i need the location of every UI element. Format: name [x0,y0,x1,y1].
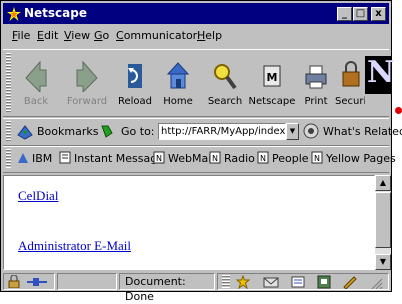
connection-icon [27,278,47,286]
page-content: CelDial Administrator E-Mail [3,175,375,270]
close-button[interactable]: x [371,7,386,21]
ibm-icon [18,153,28,163]
resize-grip-icon[interactable] [368,275,384,289]
bookmark-page-icon: N [257,151,269,164]
minimize-button[interactable]: _ [337,7,352,21]
title-bar[interactable]: Netscape _ □ x [3,3,389,24]
svg-text:N: N [212,154,218,163]
administrator-email-link[interactable]: Administrator E-Mail [18,238,131,254]
status-text: Document: Done [119,273,215,303]
security-button[interactable]: Securi [335,56,365,112]
svg-text:M: M [267,71,278,84]
menu-go[interactable]: Go [94,26,109,46]
back-button[interactable]: Back [13,56,59,112]
menu-edit[interactable]: Edit [37,26,58,46]
netscape-icon: M [263,65,281,87]
menu-help[interactable]: Help [197,26,222,46]
svg-text:N: N [260,154,266,163]
search-icon [214,64,237,90]
menu-communicator[interactable]: Communicator [116,26,197,46]
search-button[interactable]: Search [203,56,247,112]
netscape-button[interactable]: M Netscape [247,56,297,112]
security-lock-icon [342,61,360,87]
status-bar: Document: Done [3,272,389,303]
personal-toolbar: IBM Instant Message N WebMail N Radio N Peo… [3,146,396,173]
address-book-icon[interactable] [316,275,332,289]
progress-panel [57,273,117,290]
print-button[interactable]: Print [299,56,333,112]
newsgroups-icon[interactable] [290,275,306,289]
forward-button[interactable]: Forward [61,56,113,112]
pointer-marker [395,107,402,114]
personal-item-webmail[interactable]: N WebMail [153,151,214,167]
reload-button[interactable]: Reload [115,56,155,112]
menu-file[interactable]: File [12,26,30,46]
bookmark-page-icon: N [311,151,323,164]
component-bar-grip[interactable] [222,275,230,288]
celdial-link[interactable]: CelDial [18,188,58,204]
menu-bar: File Edit View Go Communicator Help [3,26,389,46]
toolbar-grip[interactable] [6,53,11,113]
scroll-up-button[interactable]: ▲ [375,175,391,191]
composer-icon[interactable] [342,275,358,289]
vertical-scrollbar[interactable]: ▲ ▼ [375,175,391,270]
security-status-icon [8,275,20,288]
personal-item-people[interactable]: N People [257,151,309,167]
netscape-app-icon [6,6,22,22]
url-dropdown-button[interactable]: ▼ [286,123,299,140]
bookmark-page-icon: N [153,151,165,164]
navigation-toolbar: Back Forward Reload Home Search M Netsca… [3,49,394,117]
svg-text:N: N [314,154,320,163]
location-bookmark-icon[interactable] [100,123,114,140]
whats-related-icon [303,123,319,139]
home-icon [166,62,190,89]
personal-item-yellow-pages[interactable]: N Yellow Pages [311,151,396,167]
menu-view[interactable]: View [64,26,90,46]
location-toolbar: Bookmarks Go to: http://FARR/MyApp/index… [3,118,402,146]
maximize-button[interactable]: □ [353,7,368,21]
component-bar [217,273,389,290]
navigator-icon[interactable] [236,275,251,289]
home-button[interactable]: Home [159,56,197,112]
personal-item-ibm[interactable]: IBM [17,151,52,167]
url-input[interactable]: http://FARR/MyApp/index.html [158,123,286,140]
reload-icon [128,64,142,88]
window-title: Netscape [24,6,87,20]
mail-icon[interactable] [263,275,279,289]
whats-related-button[interactable]: What's Related [323,124,402,139]
personal-item-radio[interactable]: N Radio [209,151,255,167]
browser-window: Netscape _ □ x File Edit View Go Communi… [0,0,402,303]
netscape-logo[interactable]: N [365,55,394,94]
forward-arrow-icon [76,60,98,92]
back-arrow-icon [25,60,47,92]
bookmarks-icon [17,125,33,140]
svg-text:N: N [156,154,162,163]
bookmark-page-icon: N [209,151,221,164]
toolbar-grip[interactable] [6,149,11,168]
instant-message-icon [59,151,71,164]
personal-item-instant-message[interactable]: Instant Message [59,151,164,167]
bookmarks-button[interactable]: Bookmarks [37,124,98,139]
security-status-panel[interactable] [3,273,55,290]
toolbar-grip[interactable] [6,121,11,141]
scroll-down-button[interactable]: ▼ [375,254,391,270]
print-icon [305,65,327,89]
goto-label: Go to: [121,125,155,138]
scroll-thumb[interactable] [375,192,391,248]
